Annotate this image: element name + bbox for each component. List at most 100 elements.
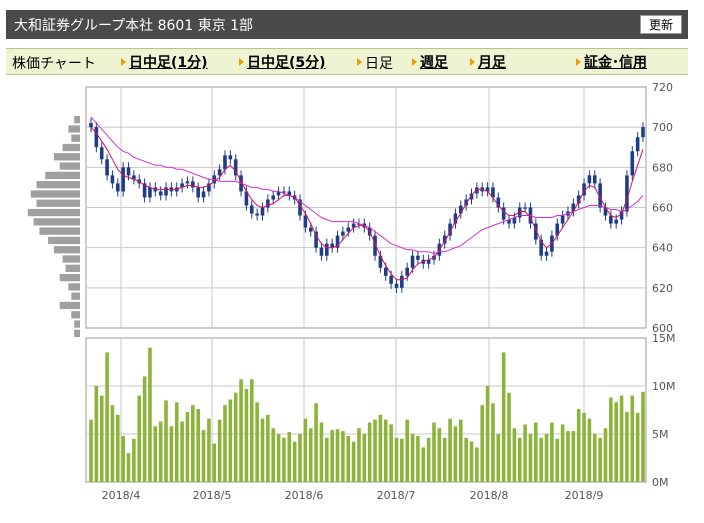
volume-bar: [389, 424, 393, 482]
volume-bar: [169, 426, 174, 482]
volume-bar: [426, 437, 431, 482]
candle-body: [249, 205, 254, 214]
volume-bar: [598, 437, 602, 482]
volume-bar: [405, 419, 409, 482]
volume-bar: [367, 422, 372, 482]
volume-profile-bar: [30, 190, 80, 198]
volume-bar: [560, 424, 565, 482]
date-tick-label: 2018/4: [102, 489, 141, 502]
volume-bar: [400, 438, 404, 482]
volume-bar: [582, 412, 586, 482]
candle-body: [260, 207, 265, 216]
volume-bar: [625, 411, 629, 482]
volume-bar: [630, 395, 635, 482]
volume-bar: [212, 443, 217, 482]
volume-bar: [507, 392, 511, 482]
candle-body: [609, 215, 613, 224]
volume-bar: [180, 421, 184, 482]
volume-bar: [158, 421, 163, 482]
price-tick-label: 640: [652, 242, 673, 255]
volume-profile-bar: [71, 134, 80, 142]
date-tick-label: 2018/6: [285, 489, 324, 502]
volume-bar: [517, 437, 522, 482]
volume-bar: [453, 426, 458, 482]
volume-profile-bar: [74, 320, 80, 328]
candle-body: [400, 275, 404, 288]
date-tick-label: 2018/5: [193, 489, 232, 502]
candle-body: [110, 175, 115, 184]
volume-bar: [325, 437, 329, 482]
candle-body: [314, 231, 318, 248]
candle-body: [223, 155, 227, 170]
volume-bar: [373, 419, 377, 482]
volume-bar: [357, 428, 361, 482]
candle-body: [99, 147, 104, 160]
volume-bar: [635, 412, 640, 482]
volume-bar: [132, 438, 136, 482]
volume-bar: [303, 418, 308, 482]
volume-profile-bar: [33, 218, 80, 226]
volume-bar: [346, 435, 351, 482]
candle-body: [228, 155, 233, 160]
volume-bar: [319, 422, 324, 482]
candle-body: [201, 191, 206, 198]
volume-profile-bar: [39, 227, 80, 235]
candle-body: [308, 227, 313, 232]
candle-body: [383, 267, 388, 276]
volume-bar: [330, 430, 334, 482]
volume-bar: [523, 424, 527, 482]
volume-profile-bar: [71, 292, 80, 300]
candle-body: [158, 191, 163, 196]
volume-bar: [592, 434, 597, 482]
volume-profile-bar: [59, 301, 80, 310]
date-tick-label: 2018/9: [565, 489, 604, 502]
candle-body: [410, 255, 415, 268]
volume-profile-bar: [68, 125, 80, 133]
stock-chart: 600620640660680700720 0M5M10M15M 2018/4 2…: [27, 81, 676, 502]
price-tick-label: 700: [652, 121, 673, 134]
volume-bar: [105, 352, 109, 482]
volume-profile: [27, 116, 80, 337]
volume-axis-labels: 0M 5M 10M 15M: [652, 332, 676, 489]
volume-profile-bar: [36, 181, 80, 189]
volume-bar: [217, 419, 222, 482]
volume-tick-label: 5M: [652, 428, 669, 441]
candle-body: [587, 175, 592, 184]
volume-profile-bar: [59, 273, 80, 282]
volume-profile-bar: [53, 153, 80, 161]
volume-bar: [351, 441, 356, 482]
price-tick-label: 620: [652, 282, 673, 295]
candle-body: [126, 167, 131, 176]
volume-bar: [94, 386, 99, 482]
candle-body: [458, 205, 463, 214]
volume-bar: [233, 392, 238, 482]
candle-body: [544, 251, 549, 256]
candle-body: [185, 181, 190, 184]
candle-body: [614, 219, 619, 224]
volume-bar: [148, 347, 152, 482]
volume-bar: [137, 395, 142, 482]
volume-bar: [566, 431, 570, 482]
candle-body: [346, 227, 351, 232]
volume-bar: [207, 418, 211, 482]
candle-body: [191, 181, 195, 188]
volume-bar: [496, 434, 501, 482]
volume-bar: [437, 428, 442, 482]
candle-body: [625, 175, 629, 212]
volume-bar: [641, 391, 645, 482]
volume-bar: [512, 428, 517, 482]
volume-bar: [469, 441, 474, 482]
volume-bar: [223, 405, 227, 482]
volume-bar: [383, 419, 388, 482]
volume-bar: [341, 431, 345, 482]
candle-body: [196, 187, 200, 198]
candle-body: [641, 127, 645, 138]
volume-bar: [314, 403, 318, 482]
volume-bar: [99, 395, 104, 482]
volume-profile-bar: [48, 236, 80, 245]
volume-tick-label: 0M: [652, 476, 669, 489]
volume-bar: [432, 422, 436, 482]
price-tick-label: 660: [652, 202, 673, 215]
volume-bar: [378, 414, 383, 482]
volume-bar: [196, 409, 200, 482]
